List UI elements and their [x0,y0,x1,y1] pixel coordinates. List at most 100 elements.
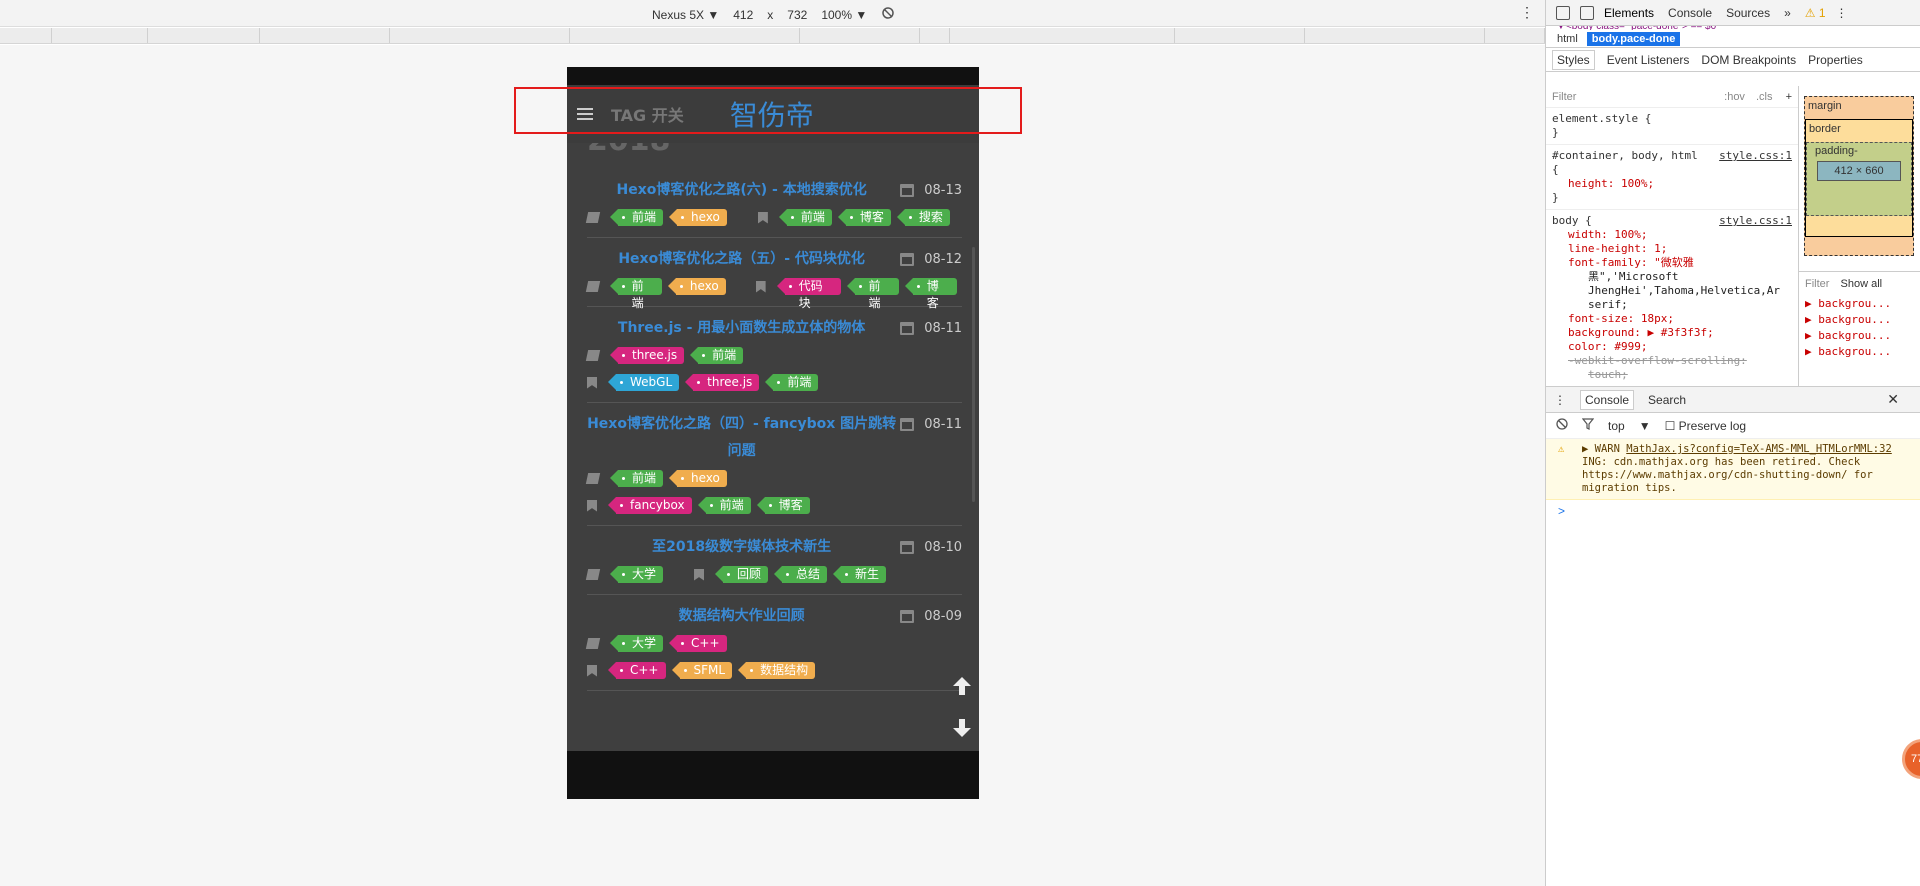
context-select[interactable]: top [1608,419,1625,433]
tag-label[interactable]: 博客 [837,209,891,226]
tag-label[interactable]: 大学 [609,566,664,583]
computed-filter-input[interactable]: Filter [1805,278,1829,290]
box-margin[interactable]: margin border padding- 412 × 660 [1804,96,1914,256]
box-border[interactable]: border padding- 412 × 660 [1805,119,1913,237]
warning-count-badge[interactable]: ⚠ 1 [1805,6,1826,20]
hov-button[interactable]: :hov [1724,91,1745,103]
post-title-link[interactable]: Hexo博客优化之路(六) - 本地搜索优化 [587,177,896,204]
chevron-down-icon[interactable]: ▼ [1639,419,1651,433]
breadcrumb-html[interactable]: html [1552,32,1583,46]
tag-label[interactable]: 博客 [756,497,810,514]
clear-console-icon[interactable] [1556,418,1568,433]
rule-property[interactable]: color: #999; [1552,340,1792,354]
tag-label[interactable]: 前端 [690,347,744,364]
post-title-link[interactable]: 数据结构大作业回顾 [587,603,896,630]
rule-element-style[interactable]: element.style { } [1546,108,1798,145]
tag-label[interactable]: hexo [669,209,727,226]
tag-label[interactable]: SFML [671,662,733,679]
tag-label[interactable]: 大学 [609,635,664,652]
scroll-down-arrow-icon[interactable] [951,717,973,739]
post-title-link[interactable]: Hexo博客优化之路（四）- fancybox 图片跳转问题 [587,411,896,465]
tag-label[interactable]: three.js [685,374,760,391]
tag-label[interactable]: 搜索 [896,209,950,226]
computed-property[interactable]: ▶ backgrou... [1805,312,1915,328]
device-bottom-bar [567,751,979,799]
tab-console[interactable]: Console [1668,6,1712,20]
tab-sources[interactable]: Sources [1726,6,1770,20]
tab-event-listeners[interactable]: Event Listeners [1607,53,1690,67]
inspect-icon[interactable] [1556,5,1570,20]
cls-button[interactable]: .cls [1756,91,1773,103]
rule-property[interactable]: font-size: 18px; [1552,312,1792,326]
tag-label[interactable]: hexo [669,470,727,487]
more-tabs-button[interactable]: » [1784,6,1791,20]
height-input[interactable]: 732 [787,8,807,22]
rule-property-overridden[interactable]: -webkit-overflow-scrolling: [1552,354,1792,368]
computed-property[interactable]: ▶ backgrou... [1805,344,1915,360]
show-all-checkbox[interactable]: Show all [1841,278,1883,290]
tag-label[interactable]: C++ [608,662,666,679]
preserve-log-checkbox[interactable]: ☐ Preserve log [1665,419,1760,433]
devtools-menu-icon[interactable]: ⋮ [1836,6,1848,20]
add-rule-button[interactable]: + [1786,91,1792,103]
post-title-link[interactable]: 至2018级数字媒体技术新生 [587,534,896,561]
tag-label[interactable]: 代码块 [776,278,841,310]
filter-icon[interactable] [1581,418,1595,433]
breadcrumb-body[interactable]: body.pace-done [1586,31,1681,46]
warning-source-link[interactable]: MathJax.js?config=TeX-AMS-MML_HTMLorMML:… [1626,443,1892,455]
post-item: 数据结构大作业回顾 08-09 大学 C++ C++ SFML 数据结构 [585,595,962,691]
more-options-icon[interactable]: ⋮ [1520,4,1534,21]
tag-label[interactable]: WebGL [607,374,680,391]
tag-label[interactable]: fancybox [608,497,692,514]
rule-property[interactable]: background: ▶ #3f3f3f; [1552,326,1792,340]
tag-label[interactable]: hexo [667,278,726,295]
rule-property[interactable]: font-family: "微软雅 [1552,256,1792,270]
scrollbar[interactable] [972,247,975,502]
rule-property[interactable]: height: 100%; [1552,177,1792,191]
tab-search[interactable]: Search [1648,393,1686,407]
tag-label[interactable]: 博客 [904,278,958,310]
post-date-text: 08-12 [924,252,962,267]
drawer-menu-icon[interactable]: ⋮ [1554,393,1566,407]
tag-label[interactable]: 新生 [833,566,887,583]
tag-label[interactable]: C++ [669,635,727,652]
tag-label[interactable]: 前端 [846,278,899,310]
tag-label[interactable]: 前端 [609,470,664,487]
box-padding[interactable]: padding- 412 × 660 [1806,142,1912,216]
tag-label[interactable]: 前端 [765,374,819,391]
box-content[interactable]: 412 × 660 [1817,161,1901,181]
width-input[interactable]: 412 [733,8,753,22]
tab-dom-breakpoints[interactable]: DOM Breakpoints [1701,53,1796,67]
post-title-link[interactable]: Three.js - 用最小面数生成立体的物体 [587,315,896,342]
tag-label[interactable]: 前端 [609,278,662,310]
computed-property[interactable]: ▶ backgrou... [1805,328,1915,344]
scroll-up-arrow-icon[interactable] [951,675,973,697]
tag-label[interactable]: 数据结构 [738,662,816,679]
rule-source-link[interactable]: style.css:1 [1719,214,1792,228]
tag-label[interactable]: 前端 [609,209,664,226]
computed-property[interactable]: ▶ backgrou... [1805,296,1915,312]
device-select[interactable]: Nexus 5X ▼ [652,8,719,22]
device-mode-icon[interactable] [1580,5,1594,20]
tab-elements[interactable]: Elements [1604,6,1654,20]
rule-property[interactable]: line-height: 1; [1552,242,1792,256]
tag-label[interactable]: three.js [609,347,685,364]
rule-body[interactable]: style.css:1 body { width: 100%; line-hei… [1546,210,1798,386]
rotate-icon[interactable] [881,6,895,23]
tab-console-drawer[interactable]: Console [1580,389,1635,410]
styles-filter-input[interactable]: Filter [1552,91,1576,103]
rule-property[interactable]: width: 100%; [1552,228,1792,242]
tag-label[interactable]: 前端 [778,209,832,226]
rule-source-link[interactable]: style.css:1 [1719,149,1792,163]
tag-label[interactable]: 前端 [697,497,751,514]
tag-label[interactable]: 总结 [774,566,828,583]
tab-styles[interactable]: Styles [1552,49,1595,70]
console-warning[interactable]: ⚠ ▶ WARN MathJax.js?config=TeX-AMS-MML_H… [1546,439,1920,500]
tag-label[interactable]: 回顾 [715,566,769,583]
console-prompt[interactable]: > [1546,500,1920,522]
rule-container-body-html[interactable]: style.css:1 #container, body, html { hei… [1546,145,1798,210]
post-title-link[interactable]: Hexo博客优化之路（五）- 代码块优化 [587,246,896,273]
zoom-select[interactable]: 100% ▼ [821,8,867,22]
tab-properties[interactable]: Properties [1808,53,1863,67]
close-drawer-icon[interactable]: ✕ [1887,391,1899,408]
